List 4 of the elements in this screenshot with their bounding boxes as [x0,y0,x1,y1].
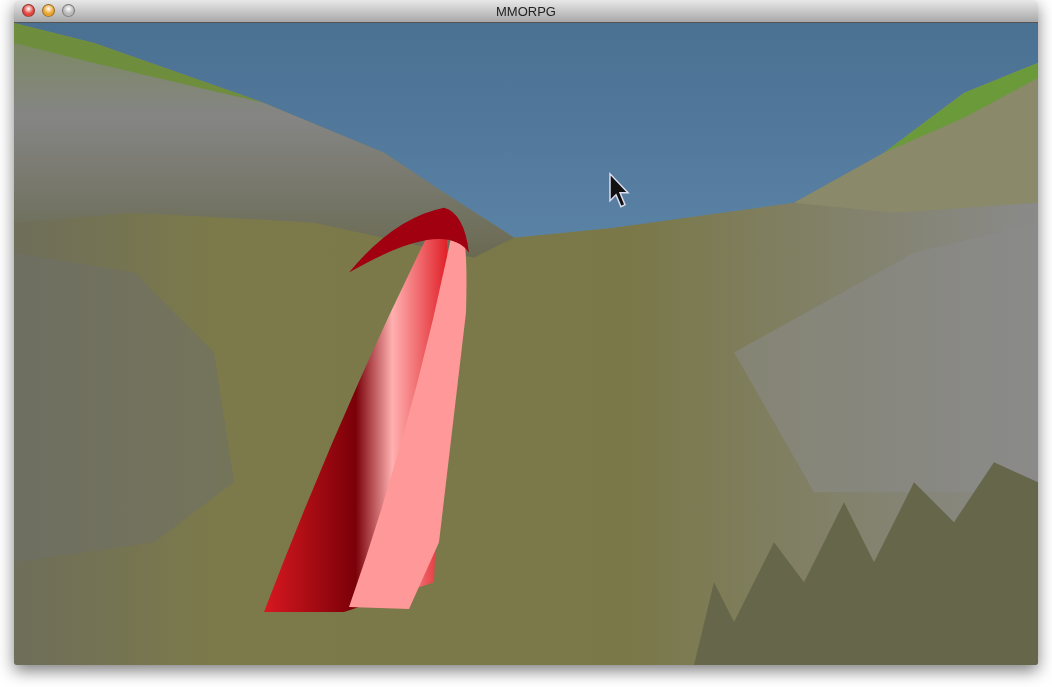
minimize-button[interactable] [42,4,55,17]
window-title: MMORPG [496,3,556,19]
mouse-pointer-icon [609,171,630,208]
close-button[interactable] [22,4,35,17]
